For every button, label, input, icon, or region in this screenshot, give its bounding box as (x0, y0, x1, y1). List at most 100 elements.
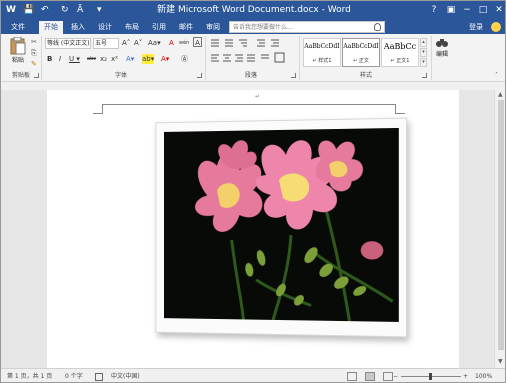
character-border-icon[interactable]: A (193, 37, 202, 47)
feedback-smiley-icon[interactable] (491, 22, 501, 32)
font-name-box[interactable]: 等线 (中文正文) (45, 38, 91, 49)
text-effects-button[interactable]: A▾ (126, 54, 134, 64)
paragraph-controls[interactable] (209, 37, 295, 71)
editing-button[interactable]: 编辑 (433, 38, 451, 68)
styles-more-icon[interactable]: ▾ (420, 58, 427, 67)
save-icon[interactable]: 💾 (23, 4, 34, 16)
phonetic-guide-icon[interactable]: wén (179, 38, 189, 48)
proofing-icon[interactable] (95, 373, 103, 381)
page-count[interactable]: 第 1 页，共 1 页 (7, 372, 52, 382)
font-size-box[interactable]: 五号 (93, 38, 119, 49)
collapse-ribbon-icon[interactable]: ˄ (495, 72, 498, 80)
italic-button[interactable]: I (59, 54, 61, 64)
style-item-style1[interactable]: AaBbCcDdI ↵ 样式1 (303, 38, 341, 67)
style-name: ↵ 正文 (353, 58, 369, 64)
clipboard-icon (10, 37, 26, 55)
paragraph-launcher-icon[interactable] (291, 73, 296, 78)
style-item-normal1[interactable]: AaBbCc ↵ 正文1 (381, 38, 419, 67)
vertical-scrollbar[interactable]: ▲ ▼ (494, 90, 505, 368)
tab-file[interactable]: 文件 (7, 21, 29, 34)
style-item-normal[interactable]: AaBbCcDdI ↵ 正文 (342, 38, 380, 67)
window-title: 新建 Microsoft Word Document.docx - Word (157, 5, 351, 15)
word-window: W 💾 ↶ ↻ Ā ▾ 新建 Microsoft Word Document.d… (0, 0, 506, 383)
enclose-characters-button[interactable]: Ⓐ (181, 54, 188, 64)
subscript-button[interactable]: x₂ (100, 54, 107, 64)
scroll-up-icon[interactable]: ▲ (498, 91, 503, 99)
superscript-button[interactable]: x² (111, 54, 118, 64)
format-painter-icon[interactable]: Ā (77, 4, 83, 16)
word-count[interactable]: 0 个字 (65, 372, 83, 382)
ribbon-display-options-button[interactable]: ▣ (443, 3, 459, 17)
word-logo-icon: W (6, 5, 16, 15)
sign-in-link[interactable]: 登录 (469, 21, 483, 33)
group-divider (431, 36, 432, 80)
strikethrough-button[interactable]: abc (87, 54, 96, 64)
tell-me-placeholder: 告诉我您想要做什么... (233, 24, 293, 31)
redo-icon[interactable]: ↻ (61, 4, 69, 16)
clipboard-launcher-icon[interactable] (34, 73, 39, 78)
paragraph-group-label: 段落 (244, 72, 257, 79)
scroll-down-icon[interactable]: ▼ (498, 358, 503, 366)
scrollbar-thumb[interactable] (498, 100, 504, 350)
lightbulb-icon (374, 23, 381, 31)
style-name: ↵ 样式1 (312, 58, 332, 64)
margin-corner-top-left (93, 104, 103, 114)
copy-icon[interactable]: ⎘ (31, 49, 37, 57)
style-sample: AaBbCcDdI (343, 43, 379, 50)
ruler (1, 82, 505, 90)
close-button[interactable]: ✕ (491, 3, 505, 17)
cut-icon[interactable]: ✂ (31, 38, 37, 46)
help-button[interactable]: ? (426, 3, 442, 17)
format-painter-brush-icon[interactable]: ✎ (31, 60, 37, 68)
styles-launcher-icon[interactable] (422, 73, 427, 78)
styles-group-label: 样式 (359, 72, 372, 79)
styles-scroll-down-icon[interactable]: ▾ (420, 48, 427, 57)
bold-button[interactable]: B (47, 54, 52, 64)
tab-layout[interactable]: 布局 (121, 21, 143, 34)
paragraph-mark: ↵ (255, 93, 261, 100)
title-bar: W 💾 ↶ ↻ Ā ▾ 新建 Microsoft Word Document.d… (1, 1, 505, 20)
read-mode-icon[interactable] (347, 372, 357, 381)
grow-font-icon[interactable]: A˄ (122, 38, 130, 48)
clipboard-group-label: 剪贴板 (11, 72, 30, 79)
font-color-button[interactable]: A▾ (161, 54, 169, 64)
status-bar: 第 1 页，共 1 页 0 个字 中文(中国) − + 100% (1, 368, 505, 382)
tab-references[interactable]: 引用 (148, 21, 170, 34)
document-page: ↵ (47, 90, 459, 368)
customize-quick-access-icon[interactable]: ▾ (97, 4, 102, 16)
language-indicator[interactable]: 中文(中国) (111, 372, 140, 382)
header-boundary-line (103, 104, 395, 105)
web-layout-icon[interactable] (383, 372, 393, 381)
style-sample: AaBbCcDdI (304, 43, 340, 50)
tab-review[interactable]: 审阅 (202, 21, 224, 34)
styles-scroll-up-icon[interactable]: ▴ (420, 38, 427, 47)
highlight-color-button[interactable]: ab▾ (142, 54, 155, 64)
change-case-icon[interactable]: Aa▾ (148, 38, 161, 48)
ribbon-tabs: 文件 开始 插入 设计 布局 引用 邮件 审阅 告诉我您想要做什么... 登录 (1, 20, 505, 34)
undo-icon[interactable]: ↶ (41, 4, 49, 16)
tab-mailings[interactable]: 邮件 (175, 21, 197, 34)
zoom-in-icon[interactable]: + (463, 372, 468, 382)
clear-formatting-icon[interactable]: A (169, 38, 174, 48)
group-divider (41, 36, 42, 80)
ribbon-home: 粘贴 ✂ ⎘ ✎ 剪贴板 等线 (中文正文) 五号 A˄ A˅ Aa▾ A wé… (1, 34, 505, 82)
paste-button[interactable]: 粘贴 (7, 37, 29, 69)
zoom-slider-thumb[interactable] (429, 373, 432, 380)
tab-home[interactable]: 开始 (39, 21, 63, 34)
shrink-font-icon[interactable]: A˅ (134, 38, 142, 48)
zoom-level[interactable]: 100% (475, 372, 492, 382)
minimize-button[interactable]: − (459, 3, 475, 17)
zoom-out-icon[interactable]: − (393, 372, 398, 382)
underline-button[interactable]: U ▾ (69, 54, 80, 64)
tell-me-box[interactable]: 告诉我您想要做什么... (229, 21, 385, 33)
paste-label: 粘贴 (11, 57, 24, 64)
font-launcher-icon[interactable] (197, 73, 202, 78)
print-layout-icon[interactable] (365, 372, 375, 381)
tab-design[interactable]: 设计 (94, 21, 116, 34)
flower-picture[interactable] (163, 127, 399, 322)
editing-label: 编辑 (435, 51, 448, 58)
maximize-button[interactable]: □ (475, 3, 491, 17)
style-name: ↵ 正文1 (390, 58, 410, 64)
tab-insert[interactable]: 插入 (67, 21, 89, 34)
picture-frame[interactable] (155, 117, 408, 338)
